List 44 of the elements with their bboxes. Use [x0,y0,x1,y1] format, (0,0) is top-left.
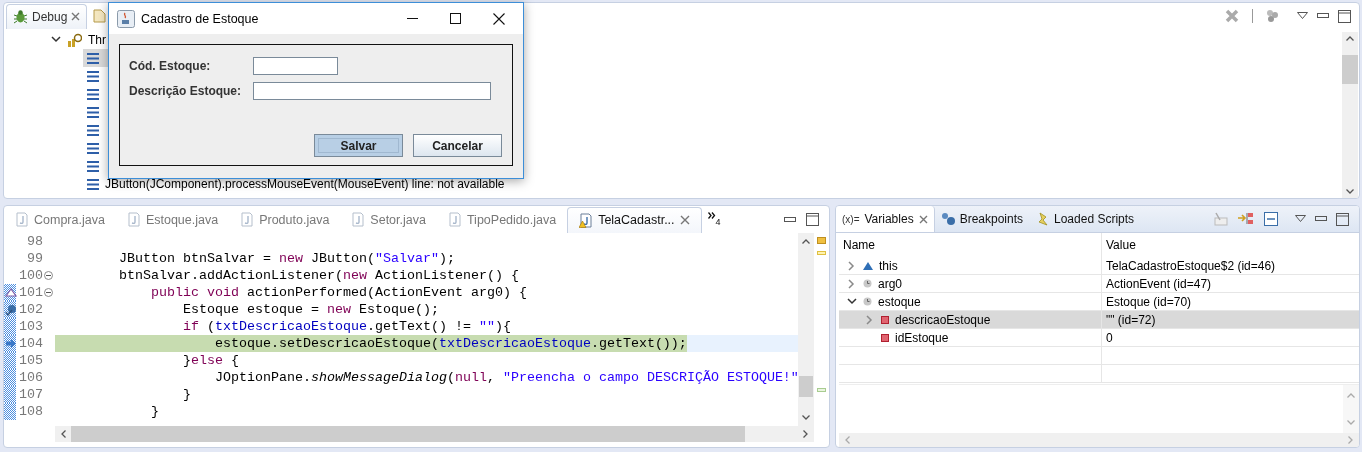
code-line: public void actionPerformed(ActionEvent arg0) { [149,284,527,301]
line-number: 103 [19,318,43,335]
window-title: Cadastro de Estoque [141,11,259,26]
line-number: 106 [19,369,43,386]
line-number: 102 [19,301,43,318]
field-label: Descrição Estoque: [129,84,243,98]
line-number: 101 [19,284,43,301]
line-number: 105 [19,352,43,369]
tab-label: Produto.java [259,212,330,227]
variable-value: ActionEvent (id=47) [1101,274,1359,293]
code-line: } [149,403,159,420]
variables-icon: (x)= [842,213,860,225]
code-line: }else { [181,352,239,369]
line-number: 98 [27,233,43,250]
variable-name: descricaoEstoque [895,312,991,327]
variable-name: idEstoque [895,330,949,345]
tab-label: Compra.java [34,212,105,227]
field-label: Cód. Estoque: [129,59,212,73]
variable-name: arg0 [878,276,903,291]
line-number: 99 [27,250,43,267]
code-line: JButton btnSalvar = new JButton("Salvar"); [118,250,455,267]
line-number: 100 [19,267,43,284]
tab-label: TipoPedido.java [466,212,557,227]
tab-label: Estoque.java [145,212,219,227]
line-number: 104 [19,335,43,352]
line-number: 107 [19,386,43,403]
stack-frame-label: JButton(JComponent).processMouseEvent(MouseEvent) line: not available [105,177,505,191]
tab-label: TelaCadastr... [598,213,675,227]
tab-label: Breakpoints [959,212,1023,226]
code-line: } [181,386,191,403]
code-line: btnSalvar.addActionListener(new ActionListener() { [118,267,519,284]
variable-value: Estoque (id=70) [1101,292,1359,311]
variable-value: TelaCadastroEstoque$2 (id=46) [1101,257,1359,275]
code-line: if (txtDescricaoEstoque.getText() != ""){ [181,318,511,335]
tab-label: Debug [32,9,68,24]
variable-name: estoque [878,294,921,309]
tab-label: Setor.java [370,212,426,227]
tab-label: Loaded Scripts [1054,212,1135,226]
line-number: 108 [19,403,43,420]
tab-label: Variables [864,212,914,226]
code-line: JOptionPane.showMessageDialog(null, "Preencha o campo DESCRIÇÃO ESTOQUE!" [213,369,798,386]
code-line: Estoque estoque = new Estoque(); [181,301,439,318]
variable-name: this [879,258,898,273]
variable-value: 0 [1101,328,1359,347]
